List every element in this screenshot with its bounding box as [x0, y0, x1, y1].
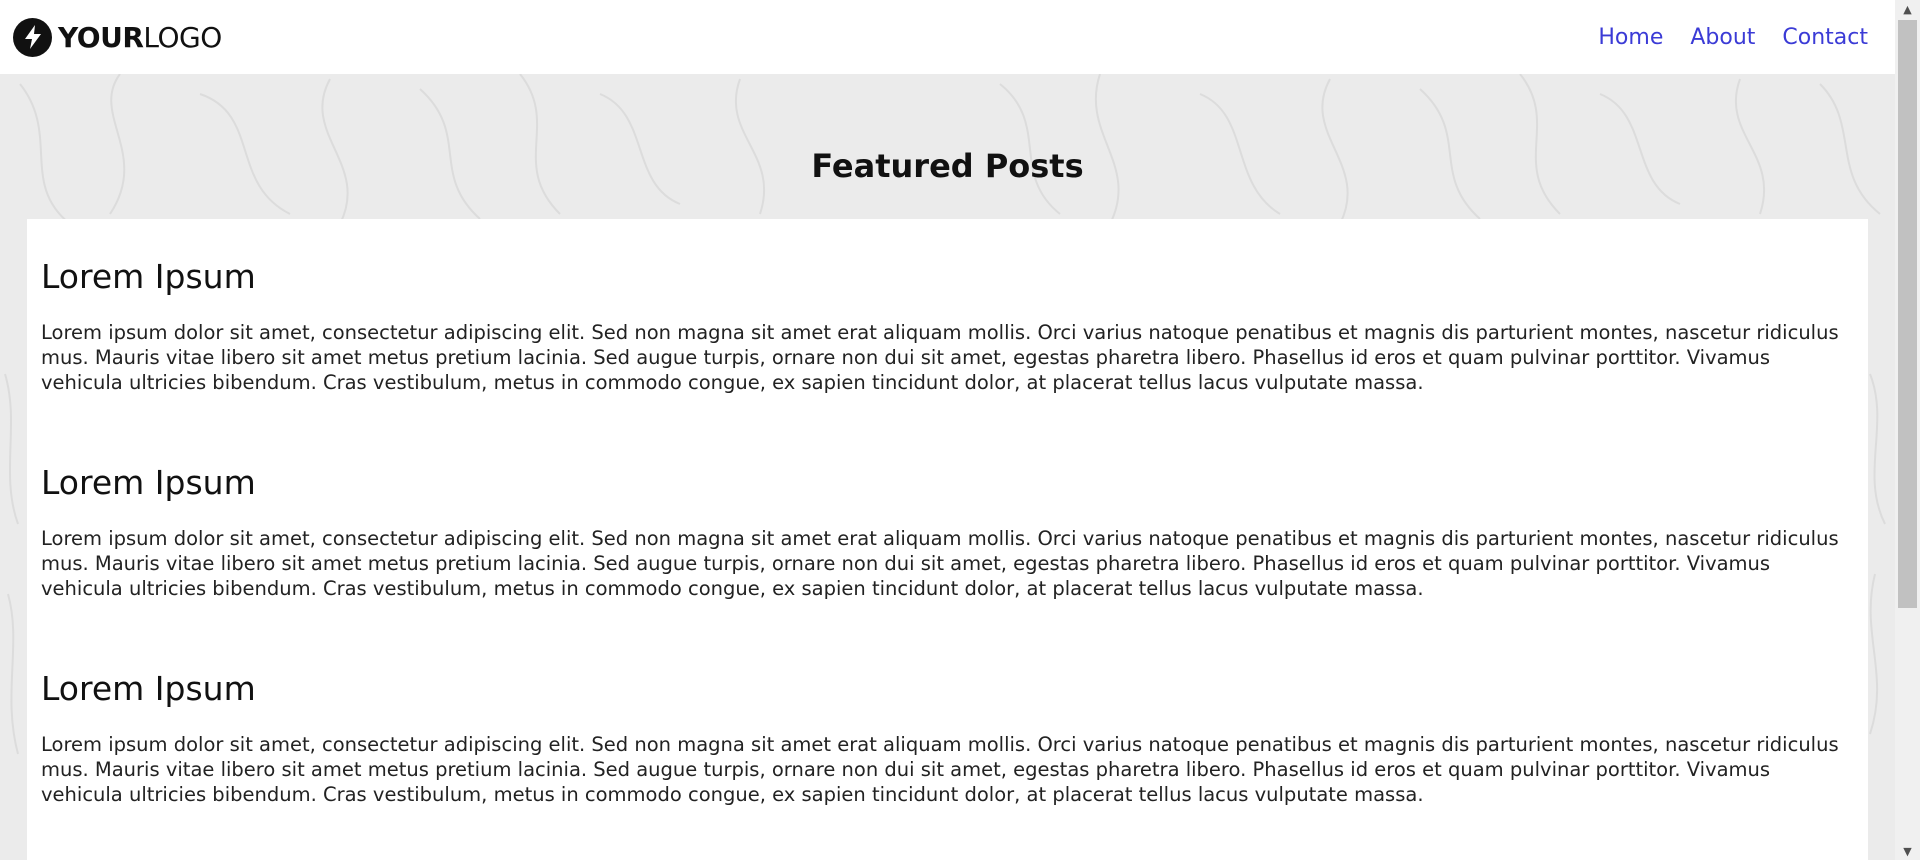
- top-navbar: YOURLOGO Home About Contact: [0, 0, 1895, 74]
- post-body: Lorem ipsum dolor sit amet, consectetur …: [41, 733, 1839, 806]
- posts-card: Lorem Ipsum Lorem ipsum dolor sit amet, …: [27, 219, 1868, 860]
- page-title: Featured Posts: [811, 147, 1084, 186]
- post-body: Lorem ipsum dolor sit amet, consectetur …: [41, 527, 1839, 600]
- post-item: Lorem Ipsum Lorem ipsum dolor sit amet, …: [41, 669, 1855, 807]
- post-title[interactable]: Lorem Ipsum: [41, 463, 1855, 502]
- post-item: Lorem Ipsum Lorem ipsum dolor sit amet, …: [41, 463, 1855, 601]
- logo-text: YOURLOGO: [58, 21, 222, 54]
- post-item: Lorem Ipsum Lorem ipsum dolor sit amet, …: [41, 257, 1855, 395]
- logo-text-bold: YOUR: [58, 20, 144, 54]
- post-title[interactable]: Lorem Ipsum: [41, 257, 1855, 296]
- post-body: Lorem ipsum dolor sit amet, consectetur …: [41, 321, 1839, 394]
- nav-link-about[interactable]: About: [1690, 25, 1755, 50]
- lightning-bolt-icon: [13, 17, 52, 57]
- scrollbar-thumb[interactable]: [1898, 20, 1917, 608]
- nav-link-home[interactable]: Home: [1598, 25, 1663, 50]
- vertical-scrollbar[interactable]: ▲ ▼: [1895, 0, 1920, 860]
- page: YOURLOGO Home About Contact Featured Pos…: [0, 0, 1920, 860]
- site-logo[interactable]: YOURLOGO: [13, 17, 222, 57]
- nav-link-contact[interactable]: Contact: [1782, 25, 1868, 50]
- logo-text-light: LOGO: [143, 20, 222, 54]
- scroll-down-arrow-icon[interactable]: ▼: [1895, 842, 1920, 860]
- scroll-up-arrow-icon[interactable]: ▲: [1895, 0, 1920, 18]
- main-nav: Home About Contact: [1598, 25, 1868, 50]
- post-title[interactable]: Lorem Ipsum: [41, 669, 1855, 708]
